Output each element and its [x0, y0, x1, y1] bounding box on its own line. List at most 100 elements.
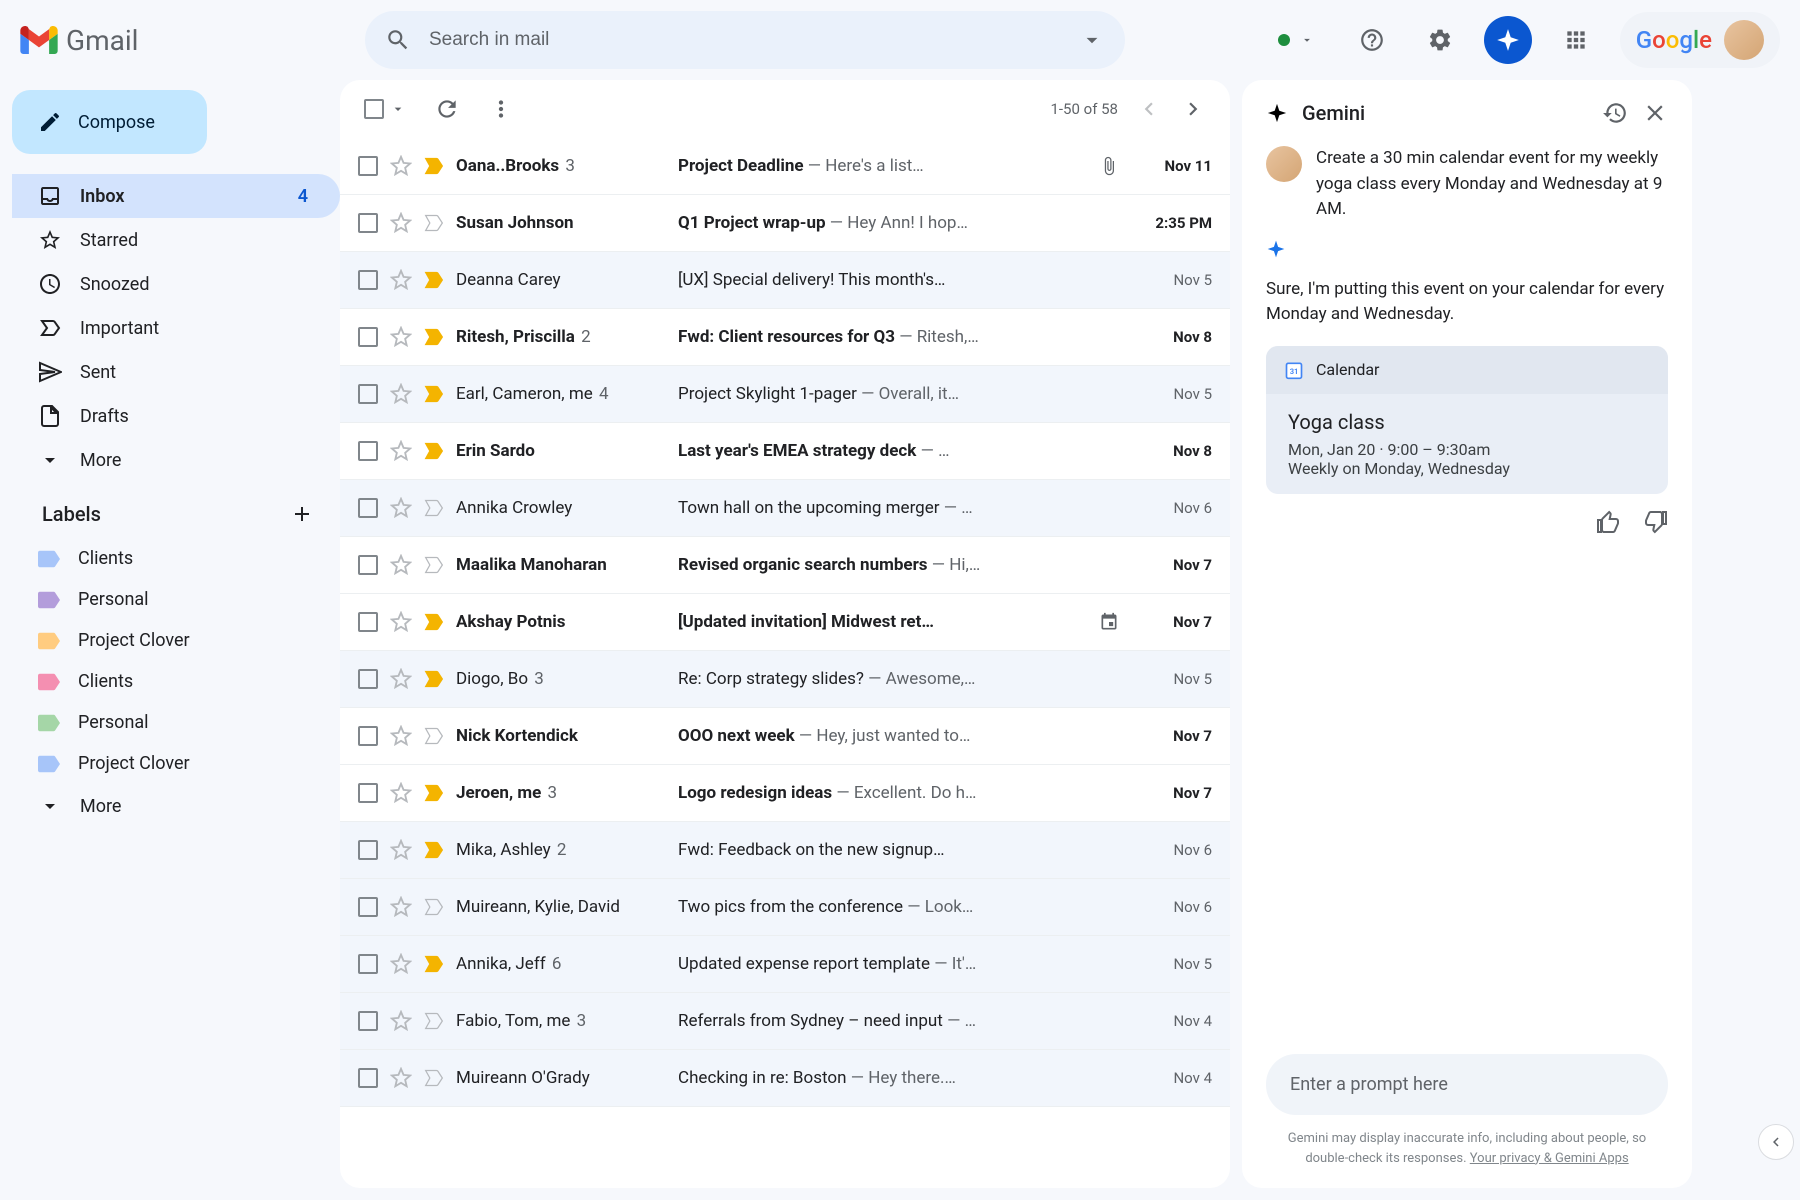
chevron-down-icon[interactable]: [390, 101, 406, 117]
compose-button[interactable]: Compose: [12, 90, 207, 154]
email-row[interactable]: Earl, Cameron, me 4 Project Skylight 1-p…: [340, 366, 1230, 423]
email-row[interactable]: Akshay Potnis [Updated invitation] Midwe…: [340, 594, 1230, 651]
row-checkbox[interactable]: [358, 213, 378, 233]
more-icon[interactable]: [488, 96, 514, 122]
important-icon[interactable]: [424, 612, 444, 632]
label-item[interactable]: Project Clover: [12, 620, 340, 661]
email-row[interactable]: Diogo, Bo 3 Re: Corp strategy slides? — …: [340, 651, 1230, 708]
label-item[interactable]: Personal: [12, 579, 340, 620]
star-icon[interactable]: [390, 554, 412, 576]
star-icon[interactable]: [390, 326, 412, 348]
nav-item-more[interactable]: More: [12, 438, 340, 482]
side-panel-toggle[interactable]: [1758, 1124, 1794, 1160]
email-row[interactable]: Jeroen, me 3 Logo redesign ideas — Excel…: [340, 765, 1230, 822]
email-row[interactable]: Oana..Brooks 3 Project Deadline — Here's…: [340, 138, 1230, 195]
plus-icon[interactable]: [290, 502, 314, 526]
important-icon[interactable]: [424, 327, 444, 347]
star-icon[interactable]: [390, 782, 412, 804]
select-all[interactable]: [364, 99, 406, 119]
row-checkbox[interactable]: [358, 783, 378, 803]
row-checkbox[interactable]: [358, 897, 378, 917]
row-checkbox[interactable]: [358, 498, 378, 518]
star-icon[interactable]: [390, 839, 412, 861]
star-icon[interactable]: [390, 1067, 412, 1089]
important-icon[interactable]: [424, 441, 444, 461]
search-bar[interactable]: [365, 11, 1125, 69]
thumbs-down-icon[interactable]: [1644, 510, 1668, 534]
important-icon[interactable]: [424, 156, 444, 176]
star-icon[interactable]: [390, 155, 412, 177]
important-icon[interactable]: [424, 954, 444, 974]
star-icon[interactable]: [390, 725, 412, 747]
important-icon[interactable]: [424, 213, 444, 233]
search-input[interactable]: [429, 29, 1061, 51]
important-icon[interactable]: [424, 897, 444, 917]
email-row[interactable]: Susan Johnson Q1 Project wrap-up — Hey A…: [340, 195, 1230, 252]
avatar[interactable]: [1724, 20, 1764, 60]
nav-item-snoozed[interactable]: Snoozed: [12, 262, 340, 306]
row-checkbox[interactable]: [358, 327, 378, 347]
star-icon[interactable]: [390, 212, 412, 234]
row-checkbox[interactable]: [358, 156, 378, 176]
star-icon[interactable]: [390, 953, 412, 975]
important-icon[interactable]: [424, 669, 444, 689]
gemini-button[interactable]: [1484, 16, 1532, 64]
label-item[interactable]: Clients: [12, 538, 340, 579]
star-icon[interactable]: [390, 668, 412, 690]
label-item[interactable]: Clients: [12, 661, 340, 702]
star-icon[interactable]: [390, 896, 412, 918]
thumbs-up-icon[interactable]: [1596, 510, 1620, 534]
email-row[interactable]: Fabio, Tom, me 3 Referrals from Sydney –…: [340, 993, 1230, 1050]
privacy-link[interactable]: Your privacy & Gemini Apps: [1470, 1151, 1629, 1166]
row-checkbox[interactable]: [358, 840, 378, 860]
important-icon[interactable]: [424, 1011, 444, 1031]
important-icon[interactable]: [424, 384, 444, 404]
email-row[interactable]: Nick Kortendick OOO next week — Hey, jus…: [340, 708, 1230, 765]
important-icon[interactable]: [424, 1068, 444, 1088]
row-checkbox[interactable]: [358, 1068, 378, 1088]
important-icon[interactable]: [424, 726, 444, 746]
nav-item-sent[interactable]: Sent: [12, 350, 340, 394]
email-row[interactable]: Erin Sardo Last year's EMEA strategy dec…: [340, 423, 1230, 480]
settings-button[interactable]: [1416, 16, 1464, 64]
email-row[interactable]: Mika, Ashley 2 Fwd: Feedback on the new …: [340, 822, 1230, 879]
important-icon[interactable]: [424, 498, 444, 518]
important-icon[interactable]: [424, 783, 444, 803]
gmail-logo[interactable]: Gmail: [20, 24, 138, 57]
row-checkbox[interactable]: [358, 612, 378, 632]
email-row[interactable]: Annika Crowley Town hall on the upcoming…: [340, 480, 1230, 537]
row-checkbox[interactable]: [358, 669, 378, 689]
row-checkbox[interactable]: [358, 726, 378, 746]
search-options-icon[interactable]: [1079, 27, 1105, 53]
label-item[interactable]: Project Clover: [12, 743, 340, 784]
label-item[interactable]: Personal: [12, 702, 340, 743]
star-icon[interactable]: [390, 1010, 412, 1032]
chevron-left-icon[interactable]: [1136, 96, 1162, 122]
history-icon[interactable]: [1602, 100, 1628, 126]
help-button[interactable]: [1348, 16, 1396, 64]
google-account-box[interactable]: Google: [1620, 12, 1780, 68]
select-all-checkbox[interactable]: [364, 99, 384, 119]
important-icon[interactable]: [424, 840, 444, 860]
prompt-input[interactable]: Enter a prompt here: [1266, 1054, 1668, 1115]
row-checkbox[interactable]: [358, 384, 378, 404]
refresh-icon[interactable]: [434, 96, 460, 122]
email-row[interactable]: Maalika Manoharan Revised organic search…: [340, 537, 1230, 594]
email-row[interactable]: Deanna Carey [UX] Special delivery! This…: [340, 252, 1230, 309]
row-checkbox[interactable]: [358, 1011, 378, 1031]
star-icon[interactable]: [390, 440, 412, 462]
nav-item-inbox[interactable]: Inbox4: [12, 174, 340, 218]
important-icon[interactable]: [424, 555, 444, 575]
calendar-card[interactable]: 31 Calendar Yoga class Mon, Jan 20 · 9:0…: [1266, 346, 1668, 494]
important-icon[interactable]: [424, 270, 444, 290]
email-row[interactable]: Muireann O'Grady Checking in re: Boston …: [340, 1050, 1230, 1107]
star-icon[interactable]: [390, 497, 412, 519]
status-indicator[interactable]: [1264, 25, 1328, 55]
nav-item-drafts[interactable]: Drafts: [12, 394, 340, 438]
row-checkbox[interactable]: [358, 441, 378, 461]
chevron-right-icon[interactable]: [1180, 96, 1206, 122]
nav-item-important[interactable]: Important: [12, 306, 340, 350]
apps-button[interactable]: [1552, 16, 1600, 64]
close-icon[interactable]: [1642, 100, 1668, 126]
row-checkbox[interactable]: [358, 954, 378, 974]
